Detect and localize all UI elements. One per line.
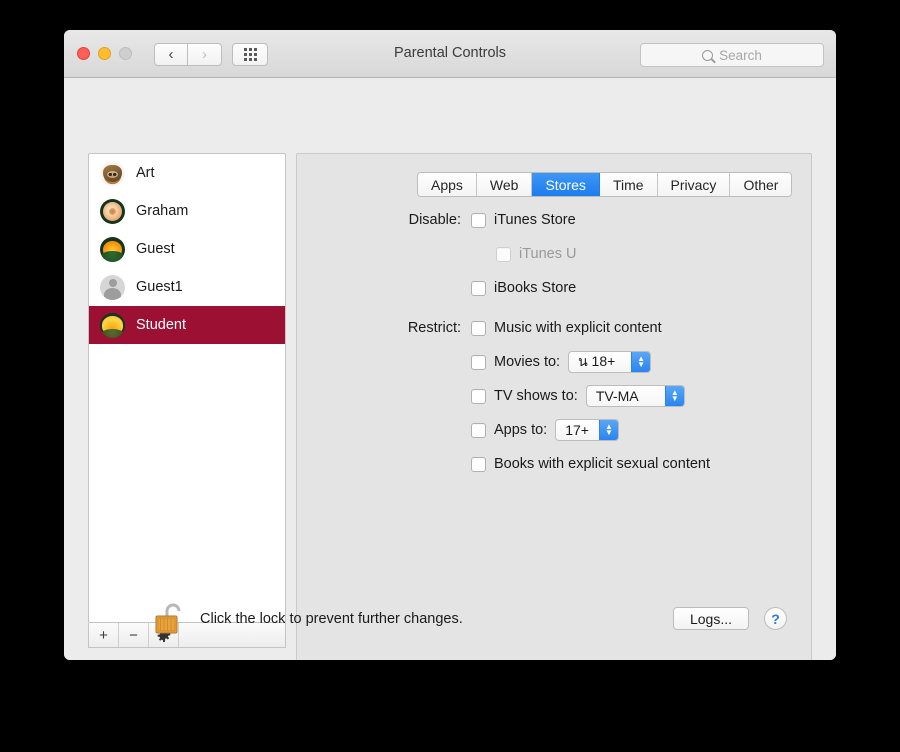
cat-avatar-icon: [100, 160, 125, 186]
apps-label: Apps to:: [494, 422, 548, 438]
movies-rating-select[interactable]: น 18+ ▲ ▼: [568, 351, 652, 373]
ibooks-store-checkbox[interactable]: [471, 280, 486, 296]
music-explicit-checkbox[interactable]: [471, 320, 486, 336]
person-avatar-icon: [100, 274, 125, 300]
parental-controls-window: ‹ › Parental Controls Search Art Graham …: [64, 30, 836, 660]
user-row-art[interactable]: Art: [89, 154, 285, 192]
restrict-tvshows-row: TV shows to: TV-MA ▲ ▼: [296, 384, 812, 408]
user-row-graham[interactable]: Graham: [89, 192, 285, 230]
disable-label: Disable:: [408, 212, 461, 228]
tab-other[interactable]: Other: [730, 173, 792, 196]
apps-rating-select[interactable]: 17+ ▲ ▼: [555, 419, 619, 441]
disable-itunes-store-row: Disable: iTunes Store: [296, 208, 812, 232]
tab-time[interactable]: Time: [599, 173, 658, 196]
user-name: Guest: [136, 241, 175, 257]
lock-button[interactable]: [154, 600, 186, 636]
row-spacer: [296, 442, 812, 452]
itunes-store-label: iTunes Store: [494, 212, 576, 228]
books-explicit-label: Books with explicit sexual content: [494, 456, 710, 472]
rose-avatar-icon: [100, 198, 125, 224]
music-explicit-label: Music with explicit content: [494, 320, 662, 336]
settings-tab-bar: Apps Web Stores Time Privacy Other: [417, 172, 793, 197]
user-list: Art Graham Guest Guest1 Student: [89, 154, 285, 344]
search-icon: [702, 49, 714, 61]
restrict-label: Restrict:: [407, 320, 461, 336]
restrict-movies-row: Movies to: น 18+ ▲ ▼: [296, 350, 812, 374]
row-spacer: [296, 232, 812, 242]
disable-ibooks-store-row: iBooks Store: [296, 276, 812, 300]
row-spacer: [296, 340, 812, 350]
itunes-u-checkbox[interactable]: [496, 246, 511, 262]
row-spacer: [296, 374, 812, 384]
row-spacer: [296, 266, 812, 276]
restrict-books-row: Books with explicit sexual content: [296, 452, 812, 476]
itunes-store-checkbox[interactable]: [471, 212, 486, 228]
search-field[interactable]: Search: [640, 43, 824, 67]
help-button[interactable]: ?: [764, 607, 787, 630]
row-spacer: [296, 408, 812, 418]
chevron-updown-icon: ▲ ▼: [598, 420, 618, 440]
user-name: Graham: [136, 203, 189, 219]
apps-checkbox[interactable]: [471, 422, 486, 438]
itunes-u-label: iTunes U: [519, 246, 577, 262]
user-list-panel: Art Graham Guest Guest1 Student: [88, 153, 286, 623]
chevron-updown-icon: ▲ ▼: [631, 352, 651, 372]
disable-itunes-u-row: iTunes U: [296, 242, 812, 266]
user-name: Guest1: [136, 279, 183, 295]
unlocked-padlock-icon: [155, 603, 181, 634]
apps-rating-value: 17+: [565, 422, 589, 438]
tab-web[interactable]: Web: [476, 173, 533, 196]
tab-apps[interactable]: Apps: [418, 173, 477, 196]
ibooks-store-label: iBooks Store: [494, 280, 577, 296]
user-name: Student: [136, 317, 186, 333]
poppy-avatar-icon: [100, 236, 125, 262]
books-explicit-checkbox[interactable]: [471, 456, 486, 472]
search-placeholder: Search: [719, 47, 762, 63]
user-row-guest[interactable]: Guest: [89, 230, 285, 268]
lock-hint-text: Click the lock to prevent further change…: [200, 611, 463, 627]
user-row-guest1[interactable]: Guest1: [89, 268, 285, 306]
tvshows-rating-select[interactable]: TV-MA ▲ ▼: [585, 385, 685, 407]
tab-privacy[interactable]: Privacy: [657, 173, 731, 196]
window-body: Art Graham Guest Guest1 Student + − Apps…: [64, 78, 836, 660]
chevron-updown-icon: ▲ ▼: [664, 386, 684, 406]
tvshows-checkbox[interactable]: [471, 388, 486, 404]
window-titlebar: ‹ › Parental Controls Search: [64, 30, 836, 78]
sunflower-avatar-icon: [100, 312, 125, 338]
restrict-apps-row: Apps to: 17+ ▲ ▼: [296, 418, 812, 442]
tab-stores[interactable]: Stores: [532, 173, 600, 196]
tvshows-label: TV shows to:: [494, 388, 578, 404]
stores-form: Disable: iTunes Store iTunes U iBooks St…: [296, 208, 812, 476]
user-row-student[interactable]: Student: [89, 306, 285, 344]
movies-label: Movies to:: [494, 354, 561, 370]
logs-button[interactable]: Logs...: [673, 607, 749, 630]
tvshows-rating-value: TV-MA: [595, 388, 639, 404]
user-name: Art: [136, 165, 155, 181]
movies-checkbox[interactable]: [471, 354, 486, 370]
restrict-music-row: Restrict: Music with explicit content: [296, 316, 812, 340]
window-footer: Click the lock to prevent further change…: [64, 592, 836, 660]
movies-rating-value: น 18+: [578, 353, 616, 369]
